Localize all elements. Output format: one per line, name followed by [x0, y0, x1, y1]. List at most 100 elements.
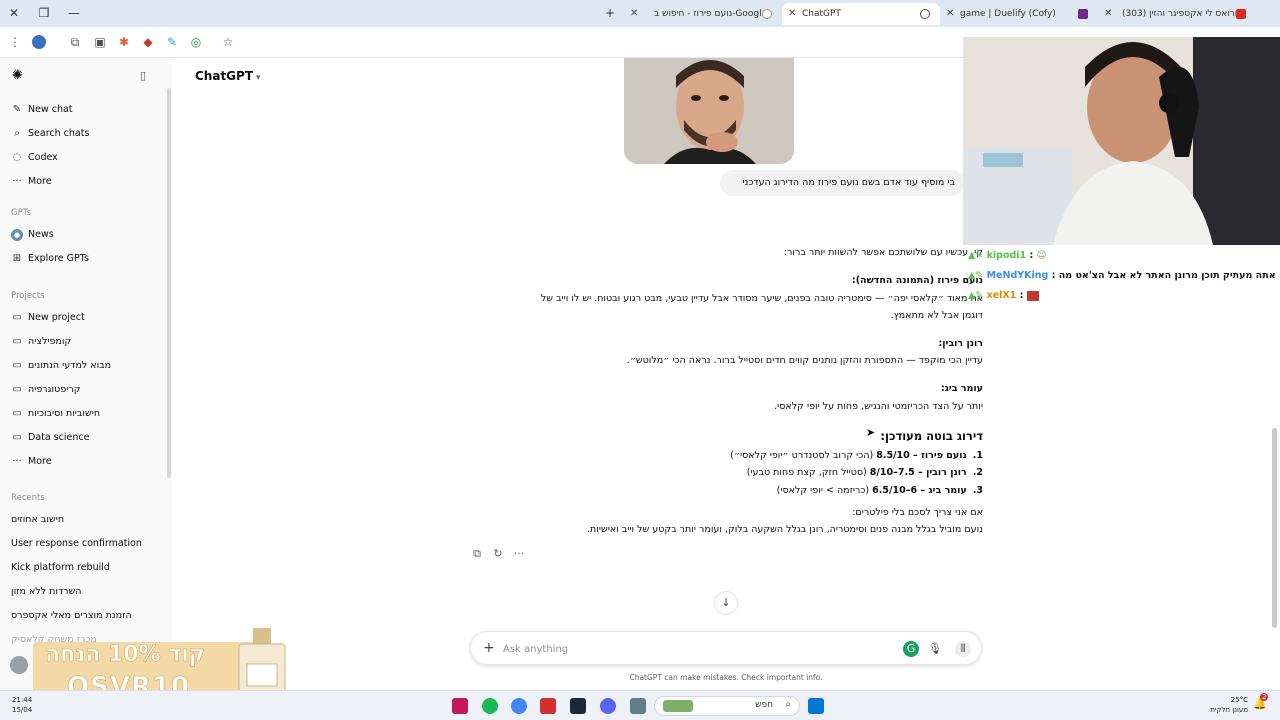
extension-red-icon[interactable]: ◆ [141, 35, 155, 49]
user-avatar[interactable] [10, 656, 28, 674]
browser-tab-bar: ✕ ❐ — + ✕ נועם פירוז - חיפוש ב-Google ✕ … [0, 0, 1280, 27]
sidebar-item-label: Search chats [28, 128, 90, 139]
extension-green-icon[interactable]: ◎ [189, 35, 203, 49]
taskbar-clock[interactable]: 21:44 15/04 [12, 695, 32, 715]
recent-chat-label: השרדות ללא מזון [11, 586, 82, 597]
sidebar-item-news[interactable]: ● News [6, 224, 164, 246]
ranking-note: (כריזמה > יופי קלאסי) [776, 485, 870, 496]
chat-badge-icon: ▲✎ [968, 290, 984, 301]
sidebar-item-project[interactable]: ▭ קריפטוגרפיה [6, 379, 164, 401]
chat-emote-icon [1026, 290, 1039, 301]
prompt-input[interactable] [503, 640, 883, 658]
chevron-down-icon: ▾ [256, 73, 261, 83]
assistant-summary: נועם מוביל בגלל מבנה פנים וסימטריה, רונן… [587, 524, 983, 535]
openai-logo-icon[interactable]: ✺ [12, 69, 26, 83]
windows-start-icon[interactable] [808, 698, 824, 714]
voice-mode-icon[interactable]: ⦀ [955, 641, 971, 657]
weather-widget[interactable]: 25°C מעונן חלקית [1194, 695, 1248, 715]
toggle-sidebar-icon[interactable]: ▯ [140, 69, 154, 83]
ranking-number: 2. [972, 467, 983, 478]
sidebar-item-explore-gpts[interactable]: ⊞ Explore GPTs [6, 248, 164, 270]
ranking-note: (הכי קרוב לסטנדרט ״יופי קלאסי״) [730, 450, 874, 461]
extension-blue-icon[interactable]: ✎ [165, 35, 179, 49]
add-attachment-icon[interactable]: + [483, 640, 495, 656]
recent-chat-item[interactable]: User response confirmation [6, 533, 164, 555]
tab-title: ChatGPT [802, 9, 841, 19]
sidebar-item-label: More [28, 456, 52, 467]
stream-chat-line: ▲✎ MeNdYKing : זה אתה מעתיק תוכן מרונן ה… [968, 270, 1278, 281]
ranking-number: 3. [972, 485, 983, 496]
tab-close-icon[interactable]: ✕ [946, 3, 954, 25]
folder-icon: ▭ [12, 384, 22, 395]
sidebar-item-more[interactable]: ··· More [6, 171, 164, 193]
scroll-to-bottom-button[interactable]: ↓ [714, 591, 738, 615]
tab-chatgpt[interactable]: ✕ ChatGPT [782, 3, 940, 25]
tab-title: נועם פירוז - חיפוש ב-Google [654, 9, 768, 19]
tab-close-icon[interactable]: ✕ [1104, 3, 1112, 25]
google-icon [762, 9, 772, 19]
bookmark-star-icon[interactable]: ☆ [221, 35, 235, 49]
recent-chat-item[interactable]: השרדות ללא מזון [6, 581, 164, 603]
taskbar-search[interactable]: חפש ⌕ [654, 696, 800, 716]
recent-chat-item[interactable]: Kick platform rebuild [6, 557, 164, 579]
grid-icon: ⊞ [12, 253, 22, 264]
chat-message: זה אתה מעתיק תוכן מרונן האתר לא אבל הצ'א… [1058, 270, 1278, 281]
sidebar-item-project[interactable]: ▭ קומפילציה [6, 331, 164, 353]
extension-orange-icon[interactable]: ✱ [117, 35, 131, 49]
more-options-icon[interactable]: ··· [512, 547, 526, 561]
close-window-icon[interactable]: ✕ [4, 4, 24, 22]
discord-icon[interactable] [600, 698, 616, 714]
extensions-icon[interactable]: ⧉ [68, 35, 82, 49]
recent-chat-item[interactable]: חישוב אחוזים [6, 509, 164, 531]
folder-plus-icon: ▭ [12, 312, 22, 323]
chatgpt-icon [920, 9, 930, 19]
assistant-paragraph: דוגמן אבל לא מתאמץ. [890, 310, 983, 321]
sidebar-item-new-chat[interactable]: ✎ New chat [6, 99, 164, 121]
menu-dots-icon[interactable]: ⋮ [8, 35, 22, 49]
main-scrollbar[interactable] [1272, 428, 1277, 628]
steam-icon[interactable] [570, 698, 586, 714]
regenerate-icon[interactable]: ↻ [491, 547, 505, 561]
model-selector[interactable]: ChatGPT ▾ [195, 69, 261, 83]
sidebar-item-projects-more[interactable]: ··· More [6, 451, 164, 473]
ranking-name: רונן רובין – 7.5–8/10 [869, 467, 967, 478]
tab-duelify[interactable]: ✕ game | Duelify (Cofy) [944, 3, 1098, 25]
microphone-icon[interactable]: 🎙 [927, 641, 943, 657]
chrome-icon[interactable] [511, 698, 527, 714]
restore-window-icon[interactable]: ❐ [34, 4, 54, 22]
search-label: חפש [755, 700, 773, 710]
tab-close-icon[interactable]: ✕ [788, 3, 796, 25]
grammarly-icon[interactable]: G [903, 641, 919, 657]
profile-icon[interactable] [32, 35, 46, 49]
sidebar-item-label: Explore GPTs [28, 253, 89, 264]
uploaded-portrait-image[interactable] [624, 58, 794, 164]
sidebar-item-project[interactable]: ▭ מבוא למדעי הנתונים [6, 355, 164, 377]
app-icon[interactable] [540, 698, 556, 714]
sidebar-item-codex[interactable]: ◌ Codex [6, 147, 164, 169]
assistant-section-title: רונן רובין: [938, 338, 984, 349]
recent-chat-item[interactable]: הזמנת מוצרים מאלי אקספרס [6, 605, 164, 627]
sidebar-item-label: New chat [28, 104, 73, 115]
sidebar-item-search-chats[interactable]: ⌕ Search chats [6, 123, 164, 145]
file-explorer-icon[interactable] [630, 698, 646, 714]
minimize-window-icon[interactable]: — [64, 4, 84, 22]
chat-username: kipodi1 [986, 250, 1027, 261]
sidebar-item-project[interactable]: ▭ חישוביות וסיבוכיות [6, 403, 164, 425]
spotify-icon[interactable] [482, 698, 498, 714]
chat-badge-icon: ▲✎ [968, 270, 984, 281]
notifications-icon[interactable]: 🔔 2 [1252, 693, 1269, 713]
tab-groups-icon[interactable]: ▣ [93, 35, 107, 49]
edit-icon: ✎ [12, 104, 22, 115]
copy-icon[interactable]: ⧉ [470, 547, 484, 561]
ranking-item: 2. רונן רובין – 7.5–8/10 (סטייל חזק, קצת … [747, 467, 983, 478]
new-tab-icon[interactable]: + [600, 4, 620, 22]
weather-temp: 25°C [1230, 696, 1248, 704]
sidebar-item-new-project[interactable]: ▭ New project [6, 307, 164, 329]
chat-sidebar: ✺ ▯ ✎ New chat ⌕ Search chats ◌ Codex ··… [0, 58, 172, 690]
tab-youtube[interactable]: ✕ (303) קורואס לי אקספיגר והזין [1102, 3, 1252, 25]
tab-close-icon[interactable]: ✕ [630, 3, 638, 25]
sidebar-item-project[interactable]: ▭ Data science [6, 427, 164, 449]
tab-google-search[interactable]: ✕ נועם פירוז - חיפוש ב-Google [628, 3, 778, 25]
sidebar-scrollbar[interactable] [167, 88, 171, 478]
app-icon[interactable] [452, 698, 468, 714]
